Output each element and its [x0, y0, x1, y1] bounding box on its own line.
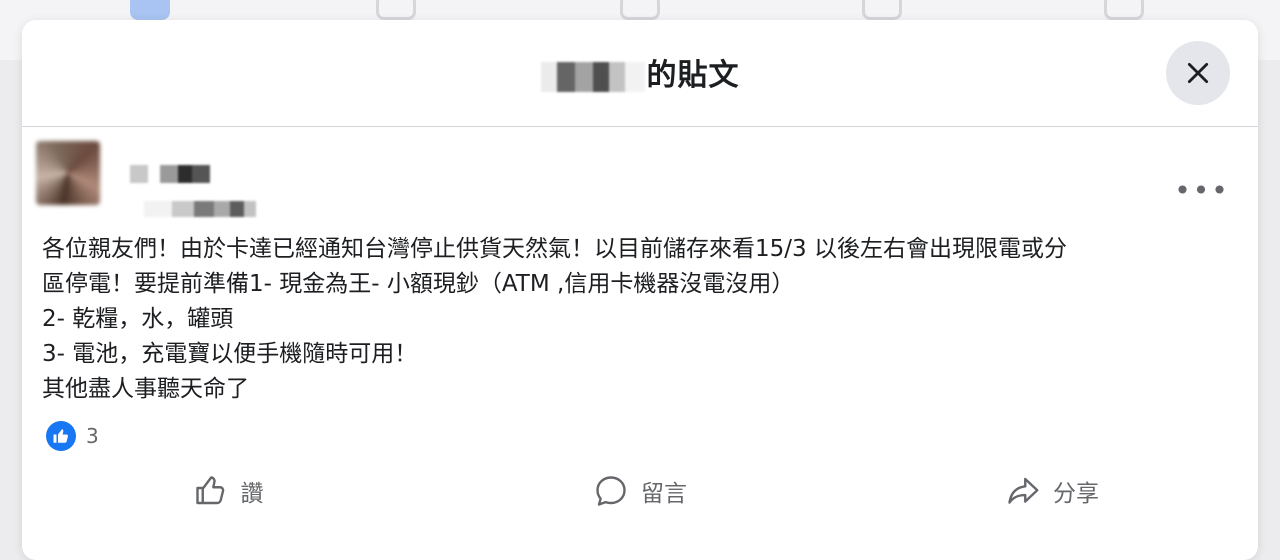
post-line: 區停電！要提前準備1- 現金為王- 小額現鈔（ATM ,信用卡機器沒電沒用） — [42, 271, 795, 297]
like-reaction-icon — [46, 421, 76, 451]
more-options-button[interactable]: ••• — [1174, 177, 1228, 205]
post-line: 其他盡人事聽天命了 — [42, 376, 249, 402]
like-button[interactable]: 讚 — [22, 468, 434, 514]
dialog-header: 的貼文 — [22, 20, 1258, 127]
home-nav-icon[interactable] — [130, 0, 170, 20]
reactions-summary[interactable]: 3 — [46, 420, 99, 452]
share-button[interactable]: 分享 — [846, 468, 1258, 514]
post-text: 各位親友們！由於卡達已經通知台灣停止供貨天然氣！以目前儲存來看15/3 以後左右… — [42, 232, 1238, 407]
post-line: 各位親友們！由於卡達已經通知台灣停止供貨天然氣！以目前儲存來看15/3 以後左右… — [42, 236, 1067, 262]
more-options-icon: ••• — [1174, 174, 1230, 207]
groups-nav-icon[interactable] — [862, 0, 902, 20]
gaming-nav-icon[interactable] — [1104, 0, 1144, 20]
reaction-count: 3 — [86, 424, 99, 448]
close-icon — [1187, 62, 1209, 84]
post-line: 2- 乾糧，水，罐頭 — [42, 306, 234, 332]
close-button[interactable] — [1166, 41, 1230, 105]
blurred-author-link[interactable] — [130, 165, 210, 183]
share-icon — [1008, 477, 1039, 504]
blurred-post-meta[interactable] — [144, 201, 256, 217]
post-actions: 讚 留言 分享 — [22, 468, 1258, 514]
dialog-title: 的貼文 — [22, 50, 1258, 94]
post-line: 3- 電池，充電寶以便手機隨時可用！ — [42, 341, 418, 367]
dialog-title-text: 的貼文 — [646, 58, 740, 93]
thumbs-up-icon — [195, 476, 224, 505]
video-nav-icon[interactable] — [376, 0, 416, 20]
comment-icon — [596, 476, 626, 506]
post-dialog: 的貼文 ••• 各位親友們！由於卡達已經通知台灣停止供貨天然氣！以目前儲存來看1… — [22, 20, 1258, 560]
blurred-author-name — [540, 61, 645, 92]
comment-label: 留言 — [641, 481, 687, 507]
comment-button[interactable]: 留言 — [434, 468, 846, 514]
share-label: 分享 — [1053, 481, 1099, 507]
marketplace-nav-icon[interactable] — [620, 0, 660, 20]
avatar[interactable] — [36, 141, 100, 205]
post-header: ••• — [22, 127, 1258, 223]
like-label: 讚 — [240, 481, 264, 507]
